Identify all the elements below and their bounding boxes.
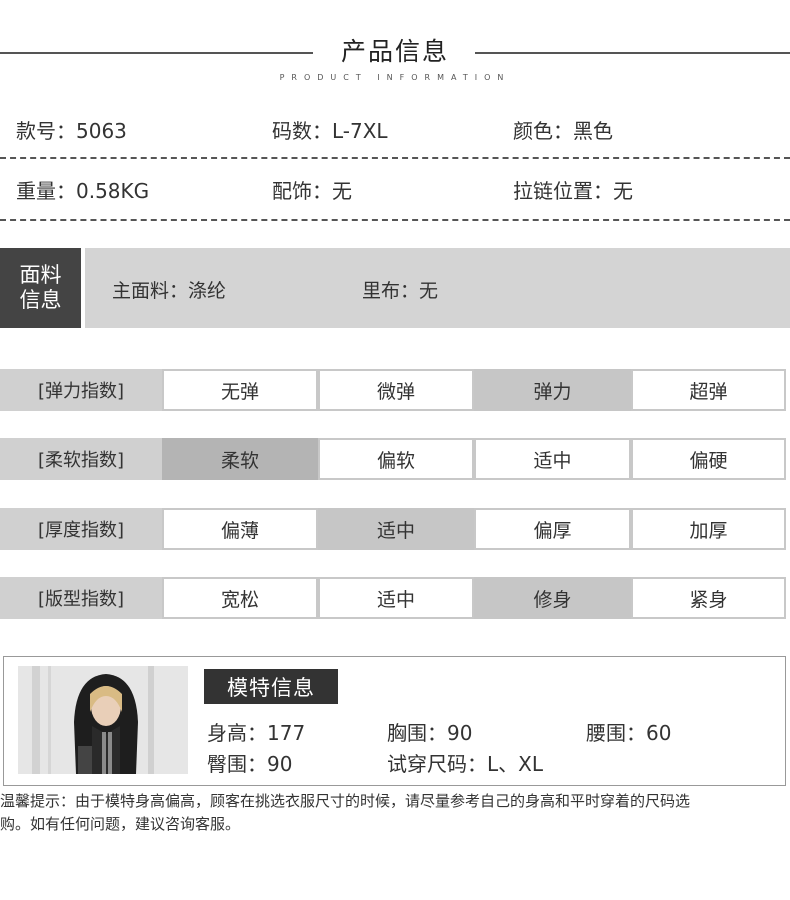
- model-illustration: [18, 666, 188, 774]
- index-row: [柔软指数] 柔软 偏软 适中 偏硬: [0, 438, 790, 480]
- fabric-gap: [81, 248, 85, 328]
- fabric-label: 面料信息: [0, 248, 81, 328]
- index-option: 偏硬: [631, 438, 786, 480]
- index-option-selected: 修身: [474, 577, 631, 619]
- model-info-badge: 模特信息: [204, 669, 338, 704]
- header-rule-left: [0, 52, 313, 54]
- index-row: [厚度指数] 偏薄 适中 偏厚 加厚: [0, 508, 790, 550]
- fabric-main: 主面料：涤纶: [112, 280, 227, 302]
- divider: [0, 219, 790, 221]
- index-option: 偏厚: [474, 508, 631, 550]
- index-option: 偏软: [318, 438, 474, 480]
- zipper-position: 拉链位置：无: [513, 179, 633, 203]
- tip-line-1: 温馨提示：由于模特身高偏高，顾客在挑选衣服尺寸的时候，请尽量参考自己的身高和平时…: [0, 792, 691, 810]
- color: 颜色：黑色: [513, 119, 613, 143]
- index-row: [版型指数] 宽松 适中 修身 紧身: [0, 577, 790, 619]
- model-photo: [18, 666, 188, 774]
- section-title: 产品信息: [340, 37, 449, 66]
- index-option: 加厚: [631, 508, 786, 550]
- index-option: 适中: [318, 577, 474, 619]
- index-label: [弹力指数]: [0, 369, 162, 411]
- index-option: 无弹: [162, 369, 318, 411]
- section-subtitle: PRODUCT INFORMATION: [279, 73, 511, 82]
- model-hip: 臀围：90: [207, 752, 293, 776]
- index-option: 偏薄: [162, 508, 318, 550]
- model-height: 身高：177: [207, 721, 306, 745]
- index-option-selected: 弹力: [474, 369, 631, 411]
- index-row: [弹力指数] 无弹 微弹 弹力 超弹: [0, 369, 790, 411]
- accessories: 配饰：无: [272, 179, 352, 203]
- model-bust: 胸围：90: [387, 721, 473, 745]
- index-option: 紧身: [631, 577, 786, 619]
- index-option: 宽松: [162, 577, 318, 619]
- index-label: [版型指数]: [0, 577, 162, 619]
- index-option-selected: 适中: [318, 508, 474, 550]
- index-option-selected: 柔软: [162, 438, 318, 480]
- index-option: 适中: [474, 438, 631, 480]
- index-option: 微弹: [318, 369, 474, 411]
- model-trial-size: 试穿尺码：L、XL: [387, 752, 543, 776]
- index-option: 超弹: [631, 369, 786, 411]
- header-rule-right: [475, 52, 790, 54]
- divider: [0, 157, 790, 159]
- weight: 重量：0.58KG: [16, 179, 150, 203]
- style-number: 款号：5063: [16, 119, 127, 143]
- index-label: [厚度指数]: [0, 508, 162, 550]
- model-waist: 腰围：60: [586, 721, 672, 745]
- fabric-lining: 里布：无: [362, 280, 439, 302]
- tip-line-2: 购。如有任何问题，建议咨询客服。: [0, 815, 241, 833]
- size-range: 码数：L-7XL: [272, 119, 388, 143]
- index-label: [柔软指数]: [0, 438, 162, 480]
